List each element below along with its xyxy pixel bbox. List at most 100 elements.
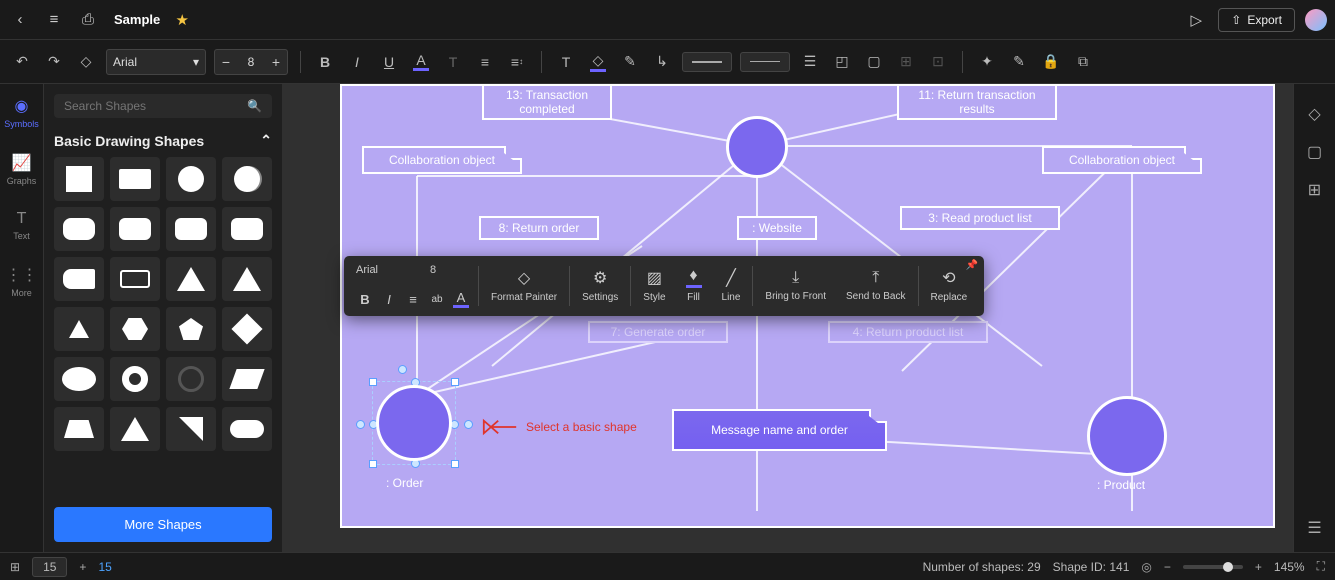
- grid-plus[interactable]: +: [79, 560, 86, 574]
- save-icon[interactable]: ⎙: [76, 8, 100, 32]
- shape-right-triangle[interactable]: [166, 407, 216, 451]
- ctx-settings[interactable]: ⚙Settings: [572, 260, 628, 310]
- back-button[interactable]: ‹: [8, 8, 32, 32]
- side-handle-left[interactable]: [356, 420, 365, 429]
- menu-icon[interactable]: ≡: [42, 8, 66, 32]
- export-button[interactable]: ⇧ Export: [1218, 8, 1295, 32]
- ctx-format-painter[interactable]: ◇Format Painter: [481, 260, 567, 310]
- node-message[interactable]: Message name and order: [672, 409, 887, 451]
- pin-icon[interactable]: 📌: [966, 260, 978, 271]
- grid-size-1[interactable]: 15: [32, 557, 67, 577]
- duplicate-button[interactable]: ⧉: [1071, 50, 1095, 74]
- node-website[interactable]: : Website: [737, 216, 817, 240]
- more-shapes-button[interactable]: More Shapes: [54, 507, 272, 542]
- shape-trapezoid[interactable]: [54, 407, 104, 451]
- shape-rounded-rect2[interactable]: [110, 207, 160, 251]
- shape-pentagon[interactable]: [166, 307, 216, 351]
- shape-pill[interactable]: [222, 407, 272, 451]
- grid-view-icon[interactable]: ⊞: [1308, 180, 1321, 200]
- node-product-circle[interactable]: [1087, 396, 1167, 476]
- ctx-italic[interactable]: I: [380, 292, 398, 307]
- ctx-bring-front[interactable]: ⤓Bring to Front: [755, 260, 836, 310]
- zoom-in[interactable]: +: [1255, 560, 1262, 574]
- node-8[interactable]: 8: Return order: [479, 216, 599, 240]
- font-select[interactable]: Arial▾: [106, 49, 206, 75]
- font-color-button[interactable]: A: [409, 50, 433, 74]
- shape-parallelogram[interactable]: [222, 357, 272, 401]
- font-size-plus[interactable]: +: [265, 50, 287, 74]
- settings-drawer-icon[interactable]: ☰: [1307, 518, 1321, 538]
- align-button[interactable]: ≡: [473, 50, 497, 74]
- text-tool-button[interactable]: T: [554, 50, 578, 74]
- rail-text[interactable]: TText: [9, 206, 34, 245]
- zoom-out[interactable]: −: [1164, 560, 1171, 574]
- shape-triangle2[interactable]: [222, 257, 272, 301]
- undo-button[interactable]: ↶: [10, 50, 34, 74]
- rail-symbols[interactable]: ◉Symbols: [0, 92, 43, 133]
- node-order-circle[interactable]: [376, 385, 452, 461]
- ctx-align[interactable]: ≡: [404, 292, 422, 307]
- grid-size-2[interactable]: 15: [98, 560, 111, 574]
- bold-button[interactable]: B: [313, 50, 337, 74]
- lock-button[interactable]: 🔒: [1039, 50, 1063, 74]
- ruler-icon[interactable]: ⊞: [10, 560, 20, 574]
- ctx-style[interactable]: ▨Style: [633, 260, 675, 310]
- node-13[interactable]: 13: Transaction completed: [482, 86, 612, 120]
- fullscreen-icon[interactable]: ⛶: [1317, 559, 1325, 574]
- collapse-icon[interactable]: ⌃: [260, 132, 272, 149]
- search-shapes-input[interactable]: 🔍: [54, 94, 272, 118]
- ctx-bold[interactable]: B: [356, 292, 374, 307]
- shape-circle[interactable]: [166, 157, 216, 201]
- node-7[interactable]: 7: Generate order: [588, 321, 728, 343]
- align-objects-button[interactable]: ⊞: [894, 50, 918, 74]
- zoom-slider[interactable]: [1183, 565, 1243, 569]
- side-handle-right[interactable]: [464, 420, 473, 429]
- node-11[interactable]: 11: Return transaction results: [897, 86, 1057, 120]
- rotate-handle-top[interactable]: [398, 365, 407, 374]
- shape-ellipse-shadow[interactable]: [222, 157, 272, 201]
- text-case-button[interactable]: T: [441, 50, 465, 74]
- pen-tool-button[interactable]: ✎: [618, 50, 642, 74]
- shape-triangle[interactable]: [166, 257, 216, 301]
- shape-donut[interactable]: [110, 357, 160, 401]
- shape-rounded-rect4[interactable]: [222, 207, 272, 251]
- user-avatar[interactable]: [1305, 9, 1327, 31]
- format-painter-icon[interactable]: ◇: [74, 50, 98, 74]
- ctx-size-select[interactable]: 8: [430, 264, 464, 286]
- shape-hexagon[interactable]: [110, 307, 160, 351]
- crop-button[interactable]: ▢: [862, 50, 886, 74]
- layer-button[interactable]: ◰: [830, 50, 854, 74]
- shape-rounded-rect3[interactable]: [166, 207, 216, 251]
- shape-rect[interactable]: [110, 157, 160, 201]
- shape-ellipse[interactable]: [54, 357, 104, 401]
- search-field[interactable]: [64, 99, 241, 113]
- fill-color-button[interactable]: ◇: [586, 50, 610, 74]
- ctx-line[interactable]: ╱Line: [712, 260, 751, 310]
- ctx-fill[interactable]: ♦Fill: [676, 260, 712, 310]
- line-spacing-button[interactable]: ≡↕: [505, 50, 529, 74]
- edit-button[interactable]: ✎: [1007, 50, 1031, 74]
- shape-rounded-rect[interactable]: [54, 207, 104, 251]
- shape-ring[interactable]: [166, 357, 216, 401]
- redo-button[interactable]: ↷: [42, 50, 66, 74]
- underline-button[interactable]: U: [377, 50, 401, 74]
- shape-diamond[interactable]: [222, 307, 272, 351]
- font-size-minus[interactable]: −: [215, 50, 237, 74]
- connector-button[interactable]: ↳: [650, 50, 674, 74]
- font-size-stepper[interactable]: − 8 +: [214, 49, 288, 75]
- ctx-abc[interactable]: ab: [428, 294, 446, 305]
- play-icon[interactable]: ▷: [1184, 8, 1208, 32]
- line-style-select[interactable]: [682, 52, 732, 72]
- italic-button[interactable]: I: [345, 50, 369, 74]
- rail-more[interactable]: ⋮⋮More: [2, 261, 42, 302]
- rail-graphs[interactable]: 📈Graphs: [3, 149, 41, 190]
- target-icon[interactable]: ◎: [1141, 560, 1151, 574]
- group-button[interactable]: ⊡: [926, 50, 950, 74]
- ctx-send-back[interactable]: ⤒Send to Back: [836, 260, 915, 310]
- line-weight-select[interactable]: [740, 52, 790, 72]
- theme-icon[interactable]: ◇: [1308, 104, 1320, 124]
- shape-square[interactable]: [54, 157, 104, 201]
- ctx-font-select[interactable]: Arial: [356, 264, 426, 286]
- node-collab-right[interactable]: Collaboration object: [1042, 146, 1202, 174]
- shape-small-tri[interactable]: [54, 307, 104, 351]
